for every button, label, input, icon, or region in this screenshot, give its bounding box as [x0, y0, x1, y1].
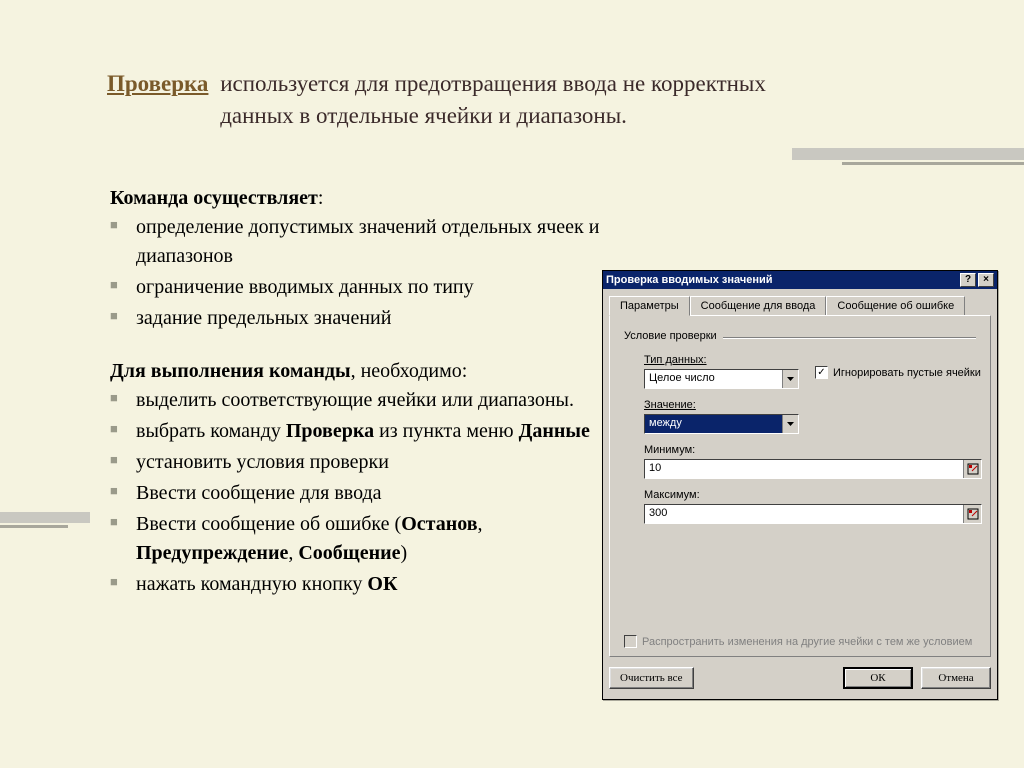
tab-input-message[interactable]: Сообщение для ввода	[690, 296, 827, 316]
ok-button[interactable]: ОК	[843, 667, 913, 689]
data-type-combo[interactable]: Целое число	[644, 369, 799, 389]
group-condition: Условие проверки	[624, 330, 976, 344]
decorative-bar	[0, 512, 90, 523]
body-text: Команда осуществляет: определение допуст…	[110, 184, 600, 601]
title-desc-line2: данных в отдельные ячейки и диапазоны.	[220, 103, 627, 128]
close-button[interactable]: ×	[978, 273, 994, 287]
dialog-button-row: Очистить все ОК Отмена	[609, 663, 991, 693]
range-picker-icon[interactable]	[963, 460, 981, 478]
list-item: выбрать команду Проверка из пункта меню …	[110, 417, 600, 446]
section1-list: определение допустимых значений отдельны…	[110, 213, 600, 333]
spread-label: Распространить изменения на другие ячейк…	[642, 636, 972, 648]
list-item: нажать командную кнопку ОК	[110, 570, 600, 599]
list-item: задание предельных значений	[110, 304, 600, 333]
group-condition-label: Условие проверки	[624, 330, 723, 342]
chevron-down-icon	[782, 370, 798, 388]
decorative-bar	[0, 525, 68, 528]
ignore-blank-checkbox[interactable]: ✓	[815, 366, 828, 379]
list-item: Ввести сообщение для ввода	[110, 479, 600, 508]
min-label: Минимум:	[644, 444, 976, 456]
list-item: Ввести сообщение об ошибке (Останов, Пре…	[110, 510, 600, 568]
ignore-blank-label: Игнорировать пустые ячейки	[833, 367, 981, 379]
data-validation-dialog: Проверка вводимых значений ? × Параметры…	[602, 270, 998, 700]
slide-title: Проверка используется для предотвращения…	[107, 68, 927, 132]
section2-list: выделить соответствующие ячейки или диап…	[110, 386, 600, 599]
section1-heading: Команда осуществляет	[110, 187, 318, 209]
list-item: выделить соответствующие ячейки или диап…	[110, 386, 600, 415]
value-combo[interactable]: между	[644, 414, 799, 434]
chevron-down-icon	[782, 415, 798, 433]
dialog-title: Проверка вводимых значений	[606, 274, 960, 286]
help-button[interactable]: ?	[960, 273, 976, 287]
dialog-titlebar[interactable]: Проверка вводимых значений ? ×	[603, 271, 997, 289]
tab-panel-parameters: Условие проверки Тип данных: Целое число…	[609, 315, 991, 657]
list-item: ограничение вводимых данных по типу	[110, 273, 600, 302]
decorative-bar	[792, 148, 1024, 160]
decorative-bar	[842, 162, 1024, 165]
tab-error-message[interactable]: Сообщение об ошибке	[826, 296, 965, 316]
max-label: Максимум:	[644, 489, 976, 501]
max-input[interactable]: 300	[644, 504, 982, 524]
value-label: Значение:	[644, 399, 976, 411]
cancel-button[interactable]: Отмена	[921, 667, 991, 689]
list-item: установить условия проверки	[110, 448, 600, 477]
title-desc-line1: используется для предотвращения ввода не…	[220, 71, 766, 96]
section2-heading: Для выполнения команды	[110, 360, 351, 382]
spread-checkbox	[624, 635, 637, 648]
range-picker-icon[interactable]	[963, 505, 981, 523]
tab-parameters[interactable]: Параметры	[609, 296, 690, 316]
clear-all-button[interactable]: Очистить все	[609, 667, 694, 689]
min-input[interactable]: 10	[644, 459, 982, 479]
title-keyword: Проверка	[107, 71, 214, 96]
tab-bar: Параметры Сообщение для ввода Сообщение …	[603, 289, 997, 315]
list-item: определение допустимых значений отдельны…	[110, 213, 600, 271]
